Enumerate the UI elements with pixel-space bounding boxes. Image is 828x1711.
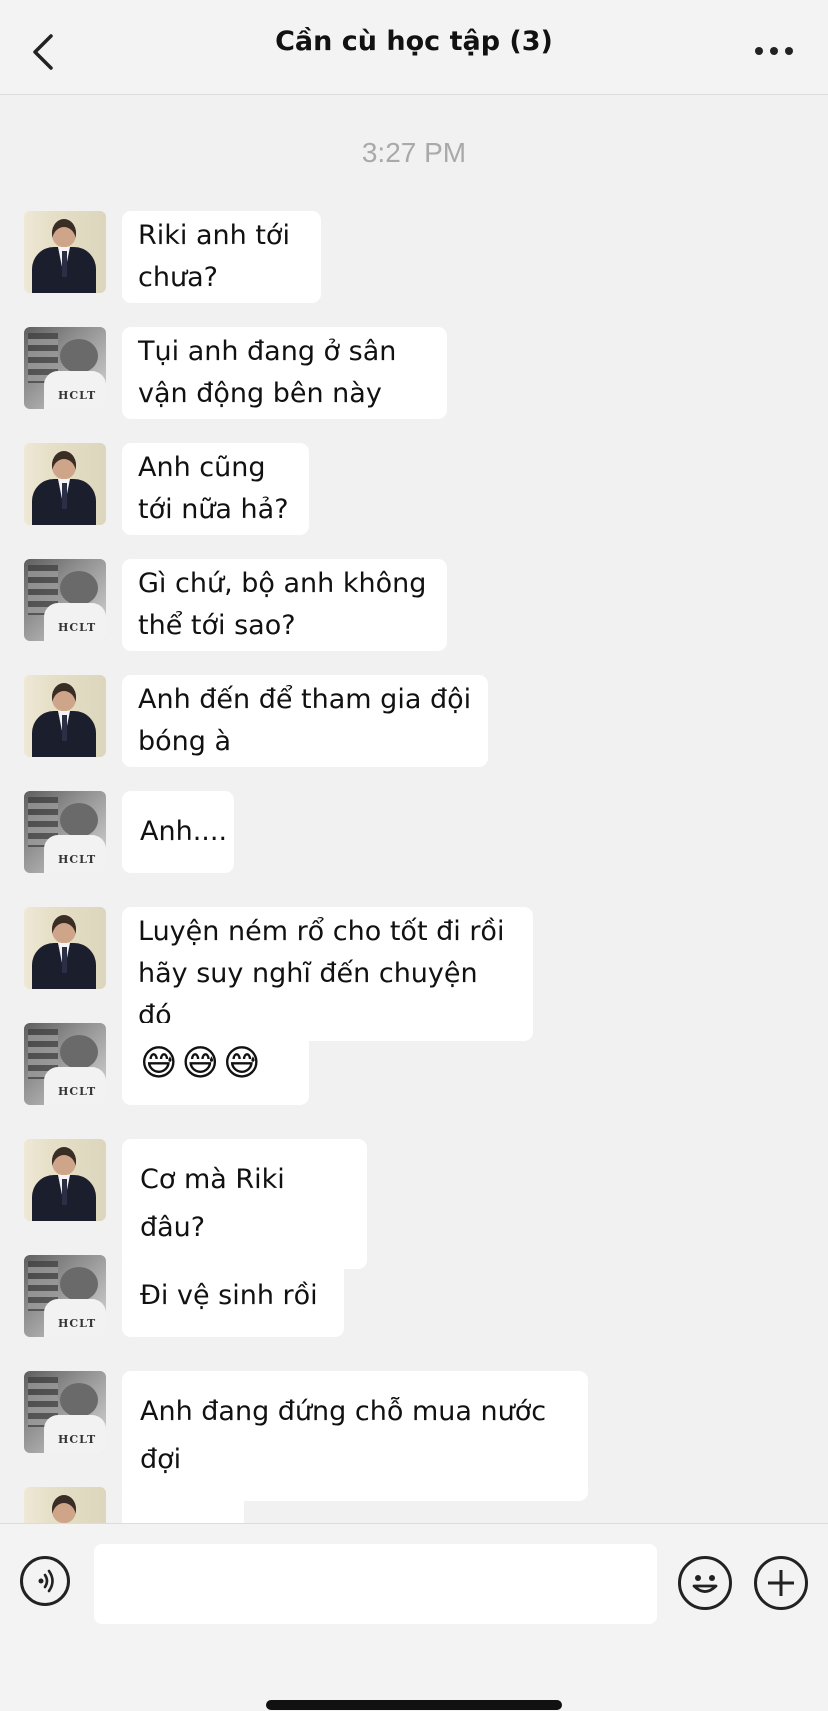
avatar[interactable]: HCLT (24, 1023, 106, 1105)
message-bubble[interactable]: Đi vệ sinh rồi (122, 1255, 344, 1337)
message: Anh cũng tới nữa hả? (24, 443, 309, 535)
message-line: Luyện ném rổ cho tốt đi rồi (138, 916, 505, 947)
message-line: Anh cũng (138, 452, 266, 483)
avatar[interactable] (24, 907, 106, 989)
more-options-button[interactable] (746, 34, 802, 68)
message-bubble[interactable]: Anh.... (122, 791, 234, 873)
message-line: Anh đến để tham gia đội (138, 684, 472, 715)
emoji-button[interactable] (678, 1556, 732, 1610)
message: Anh đến để tham gia đội bóng à (24, 675, 488, 767)
message-bubble[interactable]: 😅😅😅 (122, 1023, 309, 1105)
voice-button[interactable] (20, 1556, 70, 1606)
message-bubble[interactable]: Anh cũng tới nữa hả? (122, 443, 309, 535)
message-bubble[interactable]: Anh đang đứng chỗ mua nước đợi (122, 1371, 588, 1501)
plus-icon (768, 1570, 794, 1596)
avatar[interactable]: HCLT (24, 1255, 106, 1337)
message-line: tới nữa hả? (138, 494, 289, 525)
message-bubble[interactable]: Luyện ném rổ cho tốt đi rồi hãy suy nghĩ… (122, 907, 533, 1041)
message-list[interactable]: 3:27 PM Riki anh tới chưa? HCLT Tụi anh … (0, 95, 828, 1523)
avatar[interactable] (24, 675, 106, 757)
avatar[interactable] (24, 443, 106, 525)
message-line: Anh đang đứng chỗ mua nước đợi (140, 1396, 547, 1475)
message-line: thể tới sao? (138, 610, 296, 641)
message: Cơ mà Riki đâu? (24, 1139, 367, 1269)
message-bubble[interactable]: Riki anh tới chưa? (122, 211, 321, 303)
message-line: 😅😅😅 (140, 1043, 265, 1084)
message: Riki anh tới chưa? (24, 211, 321, 303)
message-line: Cơ mà Riki đâu? (140, 1164, 285, 1243)
message: Luyện ném rổ cho tốt đi rồi hãy suy nghĩ… (24, 907, 533, 1041)
avatar[interactable] (24, 211, 106, 293)
timestamp: 3:27 PM (361, 137, 467, 168)
message-line: Đi vệ sinh rồi (140, 1280, 318, 1311)
message-bubble[interactable] (122, 1487, 244, 1523)
avatar[interactable]: HCLT (24, 1371, 106, 1453)
chat-header: Cần cù học tập (3) (0, 0, 828, 95)
message-line: Gì chứ, bộ anh không (138, 568, 427, 599)
avatar[interactable]: HCLT (24, 327, 106, 409)
avatar[interactable] (24, 1139, 106, 1221)
message-line: Riki anh tới (138, 220, 290, 251)
message-bubble[interactable]: Gì chứ, bộ anh không thể tới sao? (122, 559, 447, 651)
message: HCLT 😅😅😅 (24, 1023, 309, 1105)
message: HCLT Đi vệ sinh rồi (24, 1255, 344, 1337)
message-bubble[interactable]: Anh đến để tham gia đội bóng à (122, 675, 488, 767)
message-input[interactable] (94, 1544, 657, 1624)
voice-icon (38, 1569, 54, 1593)
message: HCLT Tụi anh đang ở sân vận động bên này (24, 327, 447, 419)
avatar[interactable]: HCLT (24, 791, 106, 873)
message (24, 1487, 244, 1523)
avatar[interactable] (24, 1487, 106, 1523)
message-line: Tụi anh đang ở sân (138, 336, 397, 367)
message-line: vận động bên này (138, 378, 382, 409)
input-bar (0, 1523, 828, 1711)
more-horizontal-icon (755, 47, 763, 55)
message: HCLT Gì chứ, bộ anh không thể tới sao? (24, 559, 447, 651)
message-bubble[interactable]: Cơ mà Riki đâu? (122, 1139, 367, 1269)
message: HCLT Anh.... (24, 791, 234, 873)
message-line: Anh.... (140, 816, 228, 847)
avatar[interactable]: HCLT (24, 559, 106, 641)
message-line: bóng à (138, 726, 232, 757)
plus-button[interactable] (754, 1556, 808, 1610)
message-line: chưa? (138, 262, 218, 293)
home-indicator[interactable] (266, 1700, 562, 1710)
smiley-icon (692, 1575, 718, 1593)
chat-title: Cần cù học tập (3) (275, 26, 553, 57)
message-bubble[interactable]: Tụi anh đang ở sân vận động bên này (122, 327, 447, 419)
message: HCLT Anh đang đứng chỗ mua nước đợi (24, 1371, 588, 1501)
